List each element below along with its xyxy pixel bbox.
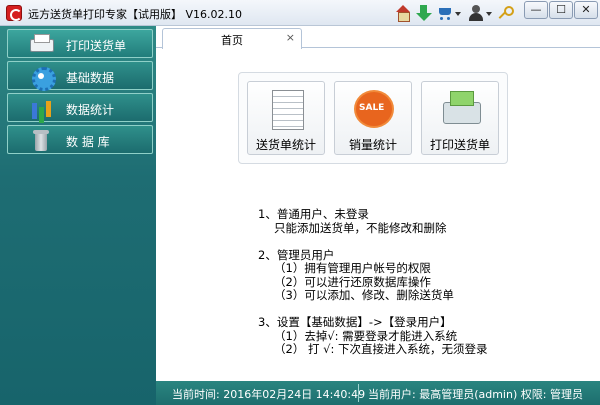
tile-label: 销量统计 (348, 138, 397, 152)
user-icon[interactable] (468, 5, 484, 21)
tile-label: 打印送货单 (429, 138, 490, 152)
instruction-heading: 2、管理员用户 (258, 247, 335, 262)
instruction-heading: 3、设置【基础数据】->【登录用户】 (258, 315, 452, 329)
cart-icon[interactable] (437, 5, 453, 21)
tab-home[interactable]: 首页 × (162, 28, 302, 49)
instruction-line: （2） 打 √: 下次直接进入系统，无须登录 (274, 342, 488, 356)
app-logo-icon (6, 5, 22, 21)
printer-icon (442, 88, 481, 130)
gear-icon (28, 65, 56, 91)
instruction-heading: 1、普通用户、未登录 (258, 207, 369, 221)
sales-statistics-button[interactable]: SALE 销量统计 (334, 81, 412, 155)
close-button[interactable]: ✕ (574, 1, 598, 19)
document-icon (268, 88, 306, 130)
instruction-line: （1）拥有管理用户帐号的权限 (274, 261, 431, 275)
instructions-text: 1、普通用户、未登录 只能添加送货单，不能修改和删除 2、管理员用户 （1）拥有… (258, 207, 588, 357)
sidebar-item-label: 数据统计 (66, 103, 115, 117)
sidebar-item-label: 基础数据 (66, 71, 115, 85)
minimize-button[interactable]: — (524, 1, 548, 19)
cart-dropdown-icon[interactable] (455, 12, 461, 16)
sidebar-item-label: 打印送货单 (66, 39, 127, 53)
instruction-line: （1）去掉√: 需要登录才能进入系统 (274, 328, 458, 343)
delivery-statistics-button[interactable]: 送货单统计 (247, 81, 325, 155)
print-delivery-button[interactable]: 打印送货单 (421, 81, 499, 155)
sidebar-item-label: 数 据 库 (66, 135, 110, 149)
tab-close-icon[interactable]: × (286, 31, 295, 44)
sidebar: 打印送货单 基础数据 数据统计 数 据 库 (0, 26, 156, 405)
home-icon[interactable] (395, 5, 411, 22)
download-icon[interactable] (416, 5, 432, 21)
printer-icon (28, 33, 54, 55)
tab-label: 首页 (221, 34, 243, 47)
main-content: 首页 × 送货单统计 SALE 销量统计 打印送货单 1、普通用户、未登录 只能… (156, 26, 600, 381)
window-title: 远方送货单打印专家【试用版】 V16.02.10 (28, 8, 243, 21)
maximize-button[interactable]: ☐ (549, 1, 573, 19)
current-user: 当前用户: 最高管理员(admin) 权限: 管理员 (368, 388, 583, 401)
sidebar-item-print-delivery[interactable]: 打印送货单 (7, 29, 153, 58)
tab-bar: 首页 × (156, 26, 600, 49)
title-bar: 远方送货单打印专家【试用版】 V16.02.10 — ☐ ✕ (0, 0, 600, 26)
quick-actions-panel: 送货单统计 SALE 销量统计 打印送货单 (238, 72, 508, 164)
trash-icon (28, 129, 54, 151)
sidebar-item-basic-data[interactable]: 基础数据 (7, 61, 153, 91)
instruction-line: （2）可以进行还原数据库操作 (274, 274, 431, 289)
instruction-line: 只能添加送货单，不能修改和删除 (274, 220, 447, 235)
instruction-line: （3）可以添加、修改、删除送货单 (274, 288, 454, 302)
sidebar-item-statistics[interactable]: 数据统计 (7, 93, 153, 122)
sale-icon: SALE (355, 88, 393, 130)
current-time: 当前时间: 2016年02月24日 14:40:49 (172, 388, 366, 401)
bar-chart-icon (28, 97, 54, 119)
status-bar: 当前时间: 2016年02月24日 14:40:49 当前用户: 最高管理员(a… (156, 381, 600, 405)
key-icon[interactable] (496, 5, 514, 21)
tile-label: 送货单统计 (255, 138, 316, 152)
status-divider (358, 384, 359, 402)
sale-badge-text: SALE (359, 103, 385, 113)
sidebar-item-database[interactable]: 数 据 库 (7, 125, 153, 154)
user-dropdown-icon[interactable] (486, 12, 492, 16)
